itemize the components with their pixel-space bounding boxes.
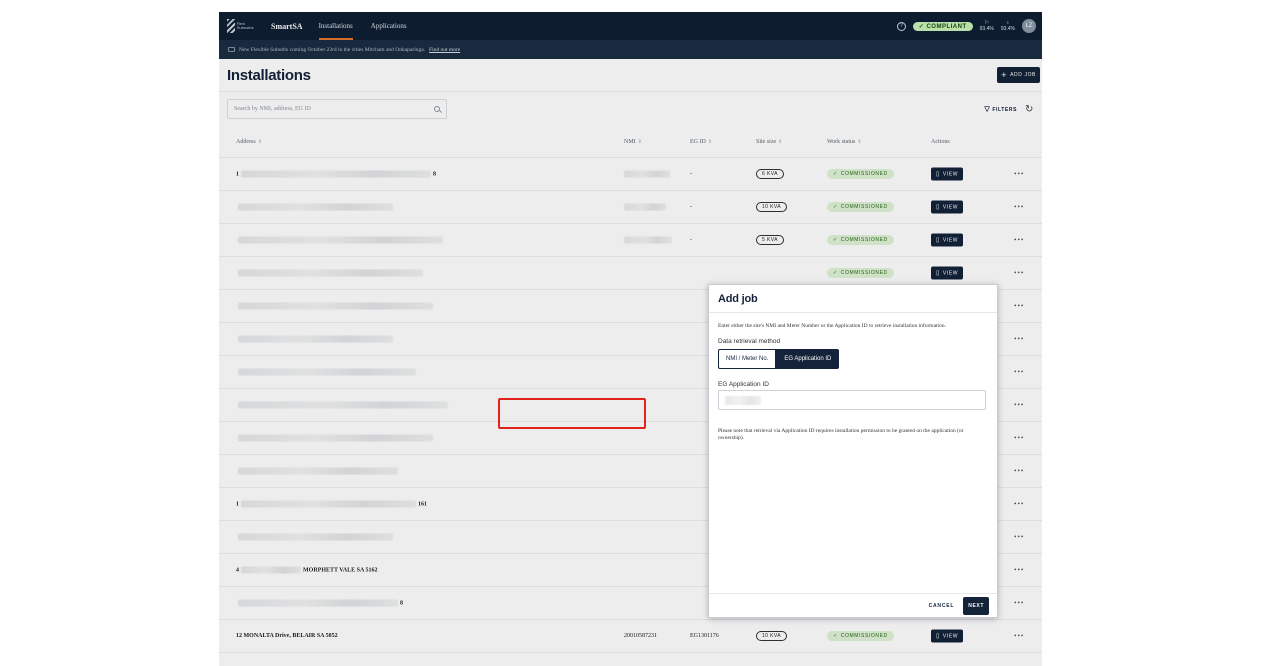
cancel-button[interactable]: CANCEL [929, 603, 955, 609]
modal-description: Enter either the site's NMI and Meter Nu… [718, 323, 946, 329]
retrieval-method-toggle: NMI / Meter No. EG Application ID [718, 349, 988, 369]
annotation-highlight-box [498, 398, 646, 429]
modal-header: Add job [709, 285, 997, 313]
redacted-value [725, 395, 761, 405]
modal-body: Enter either the site's NMI and Meter Nu… [709, 313, 997, 442]
add-job-modal: Add job Enter either the site's NMI and … [708, 284, 998, 618]
eg-application-id-input[interactable] [718, 390, 986, 410]
modal-note: Please note that retrieval via Applicati… [718, 428, 964, 441]
retrieval-method-label: Data retrieval method [718, 338, 781, 345]
option-nmi-meter[interactable]: NMI / Meter No. [718, 349, 777, 369]
option-eg-application-id[interactable]: EG Application ID [776, 349, 840, 369]
modal-footer: CANCEL NEXT [709, 593, 997, 617]
eg-application-id-label: EG Application ID [718, 381, 769, 388]
app-window: Flexi Subsurbs SmartSA Installations Appl… [219, 12, 1042, 666]
next-button[interactable]: NEXT [963, 596, 989, 615]
modal-title: Add job [718, 292, 758, 305]
